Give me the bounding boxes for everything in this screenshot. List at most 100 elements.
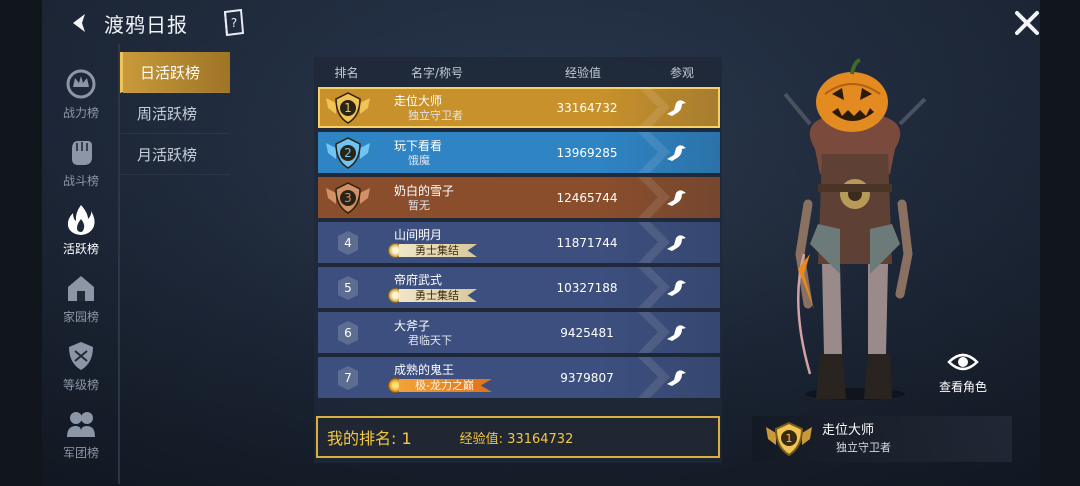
badge-label: 勇士集结 xyxy=(399,244,477,257)
exp-value: 13969285 xyxy=(556,145,618,160)
rank-number: 5 xyxy=(344,281,352,295)
table-row[interactable]: 5 帝府武式勇士集结 10327188 xyxy=(318,267,720,308)
name-column: 玩下看看 饿魔 xyxy=(378,138,528,168)
sidebar-item-label: 战斗榜 xyxy=(62,174,99,188)
header-exp: 经验值 xyxy=(564,65,601,80)
badge-label: 极-龙力之巅 xyxy=(399,379,492,392)
name-column: 帝府武式勇士集结 xyxy=(378,272,528,303)
fist-icon xyxy=(72,141,92,165)
table-row[interactable]: 3 奶白的雪子 暂无 12465744 xyxy=(318,177,720,218)
table-header: 排名 名字/称号 经验值 参观 xyxy=(314,57,722,87)
medal-icon: 3 xyxy=(326,181,370,214)
sidebar-item-legion[interactable]: 军团榜 xyxy=(45,400,117,468)
sidebar-item-activity[interactable]: 活跃榜 xyxy=(45,196,117,264)
player-name: 大斧子 xyxy=(394,318,431,333)
subtab-monthly[interactable]: 月活跃榜 xyxy=(120,134,230,175)
exp-value: 33164732 xyxy=(556,100,618,115)
rank-medal: 5 xyxy=(318,270,378,306)
back-arrow-icon xyxy=(73,14,85,32)
help-book-button[interactable]: ? xyxy=(222,8,246,37)
table-row[interactable]: 4 山间明月勇士集结 11871744 xyxy=(318,222,720,263)
name-column: 大斧子 君临天下 xyxy=(378,318,528,348)
exp-value: 10327188 xyxy=(556,280,618,295)
rank-medal: 4 xyxy=(318,225,378,261)
shield-icon xyxy=(69,342,93,370)
table-row[interactable]: 2 玩下看看 饿魔 13969285 xyxy=(318,132,720,173)
player-card: 1 走位大师 独立守卫者 xyxy=(752,416,1012,462)
rank-medal: 2 xyxy=(318,135,378,171)
player-card-title: 独立守卫者 xyxy=(836,441,891,454)
rank-number: 6 xyxy=(344,326,352,340)
name-column: 走位大师 独立守卫者 xyxy=(378,93,528,123)
subtab-list: 日活跃榜 周活跃榜 月活跃榜 xyxy=(120,52,230,175)
sidebar-item-label: 家园榜 xyxy=(62,310,99,324)
rank-medal: 6 xyxy=(318,315,378,351)
sidebar: 战力榜 战斗榜 活跃榜 家园榜 等级榜 军团榜 xyxy=(45,60,117,468)
sidebar-item-battle[interactable]: 战斗榜 xyxy=(45,128,117,196)
gold-medal-icon: 1 xyxy=(766,421,812,457)
crown-emblem-icon xyxy=(66,69,96,99)
player-name: 奶白的雪子 xyxy=(394,183,455,198)
close-icon xyxy=(1015,11,1039,35)
leaderboard: 排名 名字/称号 经验值 参观 1 走位大师 独立守卫者 33164732 2 玩下看看饿… xyxy=(314,57,722,463)
sidebar-item-level[interactable]: 等级榜 xyxy=(45,332,117,400)
sidebar-item-label: 活跃榜 xyxy=(62,242,99,256)
player-name: 成熟的鬼王 xyxy=(394,363,455,377)
player-name: 山间明月 xyxy=(394,228,443,242)
sidebar-item-power[interactable]: 战力榜 xyxy=(45,60,117,128)
player-name: 走位大师 xyxy=(394,93,443,108)
player-title: 独立守卫者 xyxy=(408,108,463,122)
group-icon xyxy=(67,412,95,437)
player-name: 帝府武式 xyxy=(394,273,443,287)
character-model xyxy=(783,58,927,400)
left-edge xyxy=(0,0,42,486)
subtab-weekly[interactable]: 周活跃榜 xyxy=(120,93,230,134)
player-title: 君临天下 xyxy=(408,333,452,347)
rank-shield-icon: 5 xyxy=(338,275,358,300)
subtab-daily[interactable]: 日活跃榜 xyxy=(120,52,230,93)
rank-shield-icon: 4 xyxy=(338,230,358,255)
house-icon xyxy=(68,276,94,301)
rank-shield-icon: 7 xyxy=(338,365,358,390)
rank-medal: 1 xyxy=(318,90,378,126)
svg-text:?: ? xyxy=(231,16,237,30)
header-rank: 排名 xyxy=(334,65,359,80)
rank-number: 1 xyxy=(344,101,352,115)
badge-label: 勇士集结 xyxy=(399,289,477,302)
player-name: 玩下看看 xyxy=(394,138,443,153)
player-title: 饿魔 xyxy=(408,153,430,167)
rank-shield-icon: 6 xyxy=(338,320,358,345)
sidebar-item-home[interactable]: 家园榜 xyxy=(45,264,117,332)
header: 渡鸦日报 ? xyxy=(66,6,246,40)
name-column: 奶白的雪子 暂无 xyxy=(378,183,528,213)
rank-medal: 3 xyxy=(318,180,378,216)
name-column: 山间明月勇士集结 xyxy=(378,227,528,258)
title-badge: 勇士集结 xyxy=(388,288,528,303)
header-name: 名字/称号 xyxy=(411,65,464,80)
exp-value: 11871744 xyxy=(556,235,618,250)
rank-medal: 7 xyxy=(318,360,378,396)
my-rank-label: 我的排名: 1 xyxy=(327,429,412,448)
player-card-rank: 1 xyxy=(786,432,793,445)
table-rows: 1 走位大师 独立守卫者 33164732 2 玩下看看 饿魔 13969285 3 奶白的雪子暂… xyxy=(314,87,722,403)
eye-icon xyxy=(947,353,979,371)
exp-value: 9425481 xyxy=(560,325,614,340)
back-button[interactable] xyxy=(66,9,94,37)
close-button[interactable] xyxy=(1014,10,1040,36)
help-book-icon: ? xyxy=(223,8,245,37)
table-row[interactable]: 1 走位大师 独立守卫者 33164732 xyxy=(318,87,720,128)
medal-icon: 2 xyxy=(326,136,370,169)
right-edge xyxy=(1040,0,1080,486)
table-row[interactable]: 6 大斧子 君临天下 9425481 xyxy=(318,312,720,353)
exp-value: 12465744 xyxy=(556,190,618,205)
medal-icon: 1 xyxy=(326,91,370,124)
header-view: 参观 xyxy=(669,65,694,80)
player-title: 暂无 xyxy=(408,198,430,212)
title-badge: 勇士集结 xyxy=(388,243,528,258)
my-rank-bar: 我的排名: 1 经验值: 33164732 xyxy=(316,416,720,458)
rank-number: 2 xyxy=(344,146,352,160)
table-row[interactable]: 7 成熟的鬼王极-龙力之巅 9379807 xyxy=(318,357,720,398)
view-character-button[interactable]: 查看角色 xyxy=(936,350,990,395)
exp-value: 9379807 xyxy=(560,370,614,385)
rank-number: 7 xyxy=(344,371,352,385)
